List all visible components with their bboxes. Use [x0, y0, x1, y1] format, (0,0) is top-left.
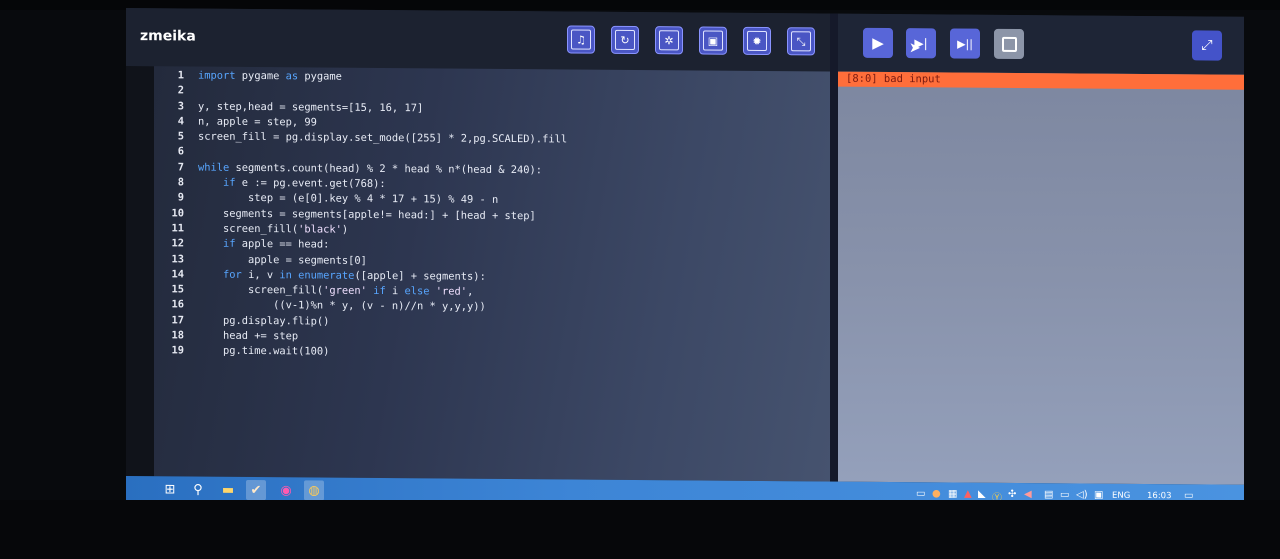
editor-toolbar: zmeika ♫ ↻ ✲ ▣ ✹ ⤡ [126, 8, 830, 72]
tray-monitor-icon[interactable]: ▭ [916, 488, 925, 499]
code-text[interactable] [184, 145, 198, 160]
line-number: 16 [171, 298, 184, 311]
code-text[interactable]: if apple == head: [184, 237, 329, 253]
code-text[interactable]: n, apple = step, 99 [184, 114, 317, 130]
code-text[interactable]: apple = segments[0] [184, 252, 367, 269]
taskbar-chrome[interactable]: ◍ [304, 480, 324, 501]
line-number: 8 [177, 176, 184, 189]
line-number: 9 [177, 191, 184, 204]
battery-icon[interactable]: ▭ [1060, 489, 1069, 500]
refresh-button[interactable]: ↻ [611, 25, 639, 55]
app-title: zmeika [140, 28, 196, 45]
line-number: 5 [177, 130, 184, 143]
line-number: 15 [171, 283, 184, 296]
taskbar-opera[interactable]: ◉ [276, 480, 296, 500]
mouse-cursor-icon: ➤ [909, 40, 921, 57]
line-number: 18 [171, 329, 184, 342]
opera-icon: ◉ [280, 482, 292, 498]
line-number: 1 [177, 69, 184, 82]
tray-alert-icon[interactable]: ▲ [964, 489, 972, 500]
code-text[interactable]: head += step [184, 329, 298, 345]
fullscreen-icon: ⤢ [1201, 37, 1213, 54]
panel-divider[interactable] [830, 13, 838, 482]
code-text[interactable]: pg.time.wait(100) [184, 344, 329, 360]
run-toolbar [838, 13, 1244, 75]
line-number: 13 [171, 252, 184, 266]
music-icon: ♫ [576, 33, 586, 47]
play-icon: ▶ [872, 33, 884, 52]
refresh-icon: ↻ [620, 33, 630, 47]
chrome-icon: ◍ [308, 482, 320, 499]
code-text[interactable]: screen_fill = pg.display.set_mode([255] … [184, 130, 567, 148]
debug-button[interactable]: ✲ [655, 26, 683, 55]
music-button[interactable]: ♫ [567, 25, 595, 54]
resize-icon: ⤡ [796, 34, 806, 48]
tray-chart-icon[interactable]: ◣ [978, 489, 986, 500]
stop-button[interactable] [994, 28, 1024, 60]
tray-tools-icon[interactable]: ✣ [1008, 489, 1016, 500]
search-button[interactable]: ⚲ [188, 479, 208, 499]
monitor-bezel-bottom [0, 500, 1280, 559]
line-number: 12 [171, 237, 184, 250]
search-icon: ⚲ [193, 482, 203, 498]
save-button[interactable]: ▣ [699, 26, 727, 55]
fullscreen-button[interactable]: ⤢ [1192, 30, 1222, 61]
step-all-icon: ▶|| [957, 37, 973, 51]
line-number: 3 [177, 100, 184, 113]
run-button[interactable]: ▶ [863, 27, 893, 59]
yandex-browser-icon: ✔ [250, 482, 262, 498]
line-number: 10 [171, 207, 184, 220]
line-number: 17 [171, 314, 184, 327]
code-text[interactable] [184, 84, 198, 99]
volume-icon[interactable]: ◁) [1076, 489, 1088, 500]
line-number: 4 [177, 115, 184, 128]
error-message: [8:0] bad input [838, 71, 1244, 90]
code-text[interactable]: pg.display.flip() [184, 313, 329, 329]
line-number: 7 [177, 161, 184, 174]
code-text[interactable]: import pygame as pygame [184, 68, 342, 85]
settings-button[interactable]: ✹ [743, 26, 771, 56]
line-number: 19 [171, 344, 184, 357]
windows-logo-icon: ⊞ [164, 481, 176, 497]
monitor-screen: zmeika ♫ ↻ ✲ ▣ ✹ ⤡ ▶ ▶| ▶|| ⤢ ➤ 1 import… [126, 8, 1244, 511]
tray-app-icon[interactable]: ● [932, 488, 941, 499]
step-all-button[interactable]: ▶|| [950, 28, 980, 59]
line-number: 11 [171, 222, 184, 235]
output-panel: [8:0] bad input [838, 71, 1244, 485]
code-lines: 1 import pygame as pygame 2 3 y, step,head =… [140, 68, 567, 362]
code-text[interactable]: if e := pg.event.get(768): [184, 176, 386, 193]
folder-icon: ▬ [221, 482, 235, 498]
tray-grid-icon[interactable]: ▦ [948, 488, 957, 499]
settings-icon: ✹ [752, 34, 762, 48]
taskbar-file-explorer[interactable]: ▬ [218, 480, 238, 500]
taskbar-yandex-browser[interactable]: ✔ [246, 479, 266, 501]
line-number: 14 [171, 268, 184, 281]
line-number: 2 [177, 84, 184, 97]
stop-icon [1001, 36, 1017, 52]
tray-document-icon[interactable]: ▤ [1044, 489, 1053, 500]
tray-notify-icon[interactable]: ◀ [1024, 489, 1032, 500]
line-number: 6 [177, 145, 184, 158]
start-button[interactable]: ⊞ [160, 479, 180, 499]
save-icon: ▣ [707, 34, 719, 48]
resize-button[interactable]: ⤡ [787, 27, 815, 56]
code-text[interactable]: screen_fill('black') [184, 221, 348, 238]
bug-icon: ✲ [664, 33, 674, 47]
